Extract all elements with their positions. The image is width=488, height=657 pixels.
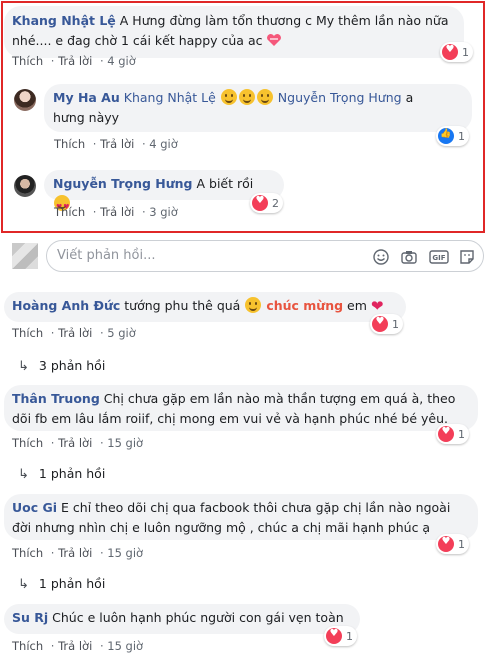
reaction-count[interactable]: 1: [436, 126, 469, 146]
like-link[interactable]: Thích: [12, 546, 43, 560]
comment-text: A Hưng đừng làm tổn thương c My thêm lần…: [119, 13, 449, 28]
comment-author[interactable]: Hoàng Anh Đức: [12, 298, 120, 313]
comment-actions: Thích · Trả lời · 15 giờ: [12, 436, 144, 450]
love-reaction-icon: [438, 426, 454, 442]
comment-text-line2: đời nhưng nhìn chị e luôn ngưỡng mộ , ch…: [12, 520, 431, 535]
current-user-avatar: [12, 243, 38, 269]
emoji-picker-icon[interactable]: [373, 249, 389, 265]
timestamp: 4 giờ: [149, 137, 178, 151]
comment-author[interactable]: Khang Nhật Lệ: [12, 13, 116, 28]
comment-author[interactable]: Uoc Gi: [12, 500, 57, 515]
smile-emoji-icon: [256, 89, 273, 105]
comment-actions: Thích · Trả lời · 5 giờ: [12, 326, 136, 340]
camera-icon[interactable]: [401, 249, 417, 265]
comment-highlight-text: chúc mừng: [266, 298, 344, 313]
timestamp: 15 giờ: [107, 546, 144, 560]
reply-arrow-icon: ↳: [18, 359, 29, 374]
timestamp: 15 giờ: [107, 436, 144, 450]
reply-author[interactable]: My Ha Au: [53, 90, 120, 105]
timestamp: 3 giờ: [149, 205, 178, 219]
mention[interactable]: Khang Nhật Lệ: [124, 90, 216, 105]
view-replies-link[interactable]: ↳ 1 phản hồi: [18, 576, 105, 592]
comment-author[interactable]: Su Rj: [12, 610, 48, 625]
reply-arrow-icon: ↳: [18, 577, 29, 592]
red-heart-emoji-icon: ❤: [370, 297, 384, 315]
love-reaction-icon: [372, 316, 388, 332]
timestamp: 5 giờ: [107, 326, 136, 340]
love-reaction-icon: [442, 44, 458, 60]
reply-text-line2: hưng nàyy: [53, 110, 120, 125]
svg-text:GIF: GIF: [432, 254, 445, 262]
reaction-count[interactable]: 1: [440, 42, 473, 62]
comment-text-line2: nhé.... e đag chờ 1 cái kết happy của ac: [12, 33, 263, 48]
reaction-count[interactable]: 1: [436, 424, 469, 444]
reply-link[interactable]: Trả lời: [58, 54, 92, 68]
reply-input[interactable]: Viết phản hồi... GIF: [46, 240, 484, 272]
like-reaction-icon: [438, 128, 454, 144]
love-reaction-icon: [252, 195, 268, 211]
reply-actions: Thích · Trả lời · 3 giờ: [54, 205, 178, 219]
like-link[interactable]: Thích: [12, 436, 43, 450]
comment-author[interactable]: Thân Truong: [12, 391, 100, 406]
smile-emoji-icon: [245, 297, 262, 313]
view-replies-link[interactable]: ↳ 3 phản hồi: [18, 358, 105, 374]
comment-bubble: Khang Nhật Lệ A Hưng đừng làm tổn thương…: [4, 6, 464, 58]
like-link[interactable]: Thích: [54, 137, 85, 151]
comment-actions: Thích · Trả lời · 15 giờ: [12, 639, 144, 653]
reply-link[interactable]: Trả lời: [100, 205, 134, 219]
timestamp: 15 giờ: [107, 639, 144, 653]
view-replies-link[interactable]: ↳ 1 phản hồi: [18, 466, 105, 482]
comment-actions: Thích · Trả lời · 15 giờ: [12, 546, 144, 560]
like-link[interactable]: Thích: [12, 326, 43, 340]
like-link[interactable]: Thích: [54, 205, 85, 219]
comment-text: E chỉ theo dõi chị qua facbook thôi chưa…: [61, 500, 451, 515]
avatar[interactable]: [14, 175, 36, 197]
love-reaction-icon: [438, 536, 454, 552]
reply-link[interactable]: Trả lời: [100, 137, 134, 151]
reply-author[interactable]: Nguyễn Trọng Hưng: [53, 176, 193, 191]
comment-text: Chị chưa gặp em lần nào mà thần tượng em…: [103, 391, 456, 406]
like-link[interactable]: Thích: [12, 54, 43, 68]
comment-text-line2: dõi fb em lâu lắm roiif, chị mong em vui…: [12, 411, 449, 426]
reply-bubble: Nguyễn Trọng Hưng A biết rồi: [44, 170, 284, 217]
reaction-count[interactable]: 1: [370, 314, 403, 334]
reaction-count[interactable]: 1: [324, 626, 357, 646]
mention[interactable]: Nguyễn Trọng Hưng: [278, 90, 402, 105]
comment-text: tướng phu thê quá: [124, 298, 241, 313]
reply-text: a: [405, 90, 414, 105]
reply-link[interactable]: Trả lời: [58, 546, 92, 560]
comment-bubble: Thân Truong Chị chưa gặp em lần nào mà t…: [4, 385, 478, 431]
reply-link[interactable]: Trả lời: [58, 436, 92, 450]
smile-emoji-icon: [220, 89, 237, 105]
comment-actions: Thích · Trả lời · 4 giờ: [12, 54, 136, 68]
comment-bubble: Uoc Gi E chỉ theo dõi chị qua facbook th…: [4, 494, 478, 540]
reply-input-placeholder: Viết phản hồi...: [57, 248, 156, 263]
gif-icon[interactable]: GIF: [429, 249, 449, 265]
reply-link[interactable]: Trả lời: [58, 639, 92, 653]
avatar[interactable]: [14, 89, 36, 111]
reply-actions: Thích · Trả lời · 4 giờ: [54, 137, 178, 151]
smile-emoji-icon: [238, 89, 255, 105]
reply-arrow-icon: ↳: [18, 467, 29, 482]
timestamp: 4 giờ: [107, 54, 136, 68]
comment-text-end: em: [347, 298, 367, 313]
sticker-icon[interactable]: [459, 249, 475, 265]
heart-ribbon-emoji-icon: [267, 34, 282, 46]
reply-bubble: My Ha Au Khang Nhật Lệ Nguyễn Trọng Hưng…: [44, 84, 472, 132]
reaction-count[interactable]: 2: [250, 193, 283, 213]
comment-bubble: Su Rj Chúc e luôn hạnh phúc người con gá…: [4, 604, 360, 634]
reply-link[interactable]: Trả lời: [58, 326, 92, 340]
comment-text: Chúc e luôn hạnh phúc người con gái vẹn …: [52, 610, 344, 625]
reply-text: A biết rồi: [196, 176, 254, 191]
reaction-count[interactable]: 1: [436, 534, 469, 554]
like-link[interactable]: Thích: [12, 639, 43, 653]
comment-bubble: Hoàng Anh Đức tướng phu thê quá chúc mừn…: [4, 292, 406, 322]
love-reaction-icon: [326, 628, 342, 644]
